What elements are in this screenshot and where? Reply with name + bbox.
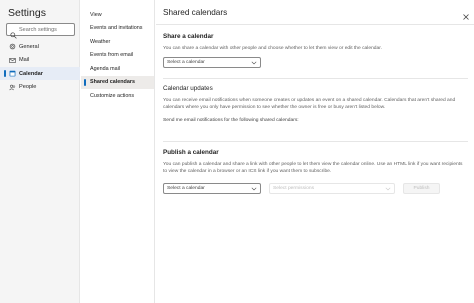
search-input[interactable] xyxy=(19,26,74,33)
settings-sidebar: Settings General Mail Calendar xyxy=(0,0,80,303)
subnav-item-agenda-mail[interactable]: Agenda mail xyxy=(81,62,154,76)
search-box[interactable] xyxy=(6,23,75,39)
sidebar-item-mail[interactable]: Mail xyxy=(0,54,80,67)
subnav-item-view[interactable]: View xyxy=(81,8,154,22)
subnav-item-label: Customize actions xyxy=(90,92,135,99)
send-me-notifications-label: Send me email notifications for the foll… xyxy=(163,118,299,123)
subnav-item-label: Shared calendars xyxy=(90,79,135,86)
active-indicator xyxy=(4,70,6,77)
sidebar-item-label: General xyxy=(19,43,39,50)
subnav-item-label: Agenda mail xyxy=(90,65,120,72)
chevron-down-icon xyxy=(385,187,391,191)
permissions-dropdown[interactable]: Select permissions xyxy=(269,183,395,194)
sidebar-item-people[interactable]: People xyxy=(0,81,80,94)
dropdown-value: Select a calendar xyxy=(167,60,205,65)
publish-button[interactable]: Publish xyxy=(403,183,440,194)
dropdown-value: Select a calendar xyxy=(167,186,205,191)
subnav-item-label: Events and invitations xyxy=(90,25,143,32)
subnav-item-shared-calendars[interactable]: Shared calendars xyxy=(81,75,154,89)
calendar-subnav: View Events and invitations Weather Even… xyxy=(81,0,155,303)
updates-description: You can receive email notifications when… xyxy=(163,98,456,110)
search-icon xyxy=(10,26,17,39)
header-divider xyxy=(156,24,474,25)
subnav-item-events-and-invitations[interactable]: Events and invitations xyxy=(81,22,154,36)
subnav-item-label: Events from email xyxy=(90,52,134,59)
calendar-icon xyxy=(9,70,16,77)
sidebar-item-calendar[interactable]: Calendar xyxy=(0,67,80,80)
sidebar-item-label: Calendar xyxy=(19,70,43,77)
settings-title: Settings xyxy=(8,7,46,19)
subnav-item-events-from-email[interactable]: Events from email xyxy=(81,49,154,63)
dropdown-value: Select permissions xyxy=(273,186,315,191)
mail-icon xyxy=(9,57,16,64)
subnav-item-customize-actions[interactable]: Customize actions xyxy=(81,89,154,103)
subnav-item-weather[interactable]: Weather xyxy=(81,35,154,49)
updates-heading: Calendar updates xyxy=(163,85,213,92)
section-divider xyxy=(163,78,468,79)
gear-icon xyxy=(9,43,16,50)
shared-calendars-panel: Shared calendars Share a calendar You ca… xyxy=(156,0,474,303)
page-title: Shared calendars xyxy=(163,8,228,17)
chevron-down-icon xyxy=(251,187,257,191)
sidebar-item-general[interactable]: General xyxy=(0,40,80,53)
section-divider xyxy=(163,141,468,142)
subnav-item-label: View xyxy=(90,11,102,18)
sidebar-item-label: People xyxy=(19,84,37,90)
subnav-item-label: Weather xyxy=(90,38,111,45)
share-heading: Share a calendar xyxy=(163,33,214,40)
share-description: You can share a calendar with other peop… xyxy=(163,46,382,51)
chevron-down-icon xyxy=(251,61,257,65)
share-calendar-dropdown[interactable]: Select a calendar xyxy=(163,57,261,68)
sidebar-item-label: Mail xyxy=(19,57,30,63)
publish-calendar-dropdown[interactable]: Select a calendar xyxy=(163,183,261,194)
active-indicator xyxy=(84,78,86,86)
close-icon[interactable] xyxy=(462,8,470,20)
people-icon xyxy=(9,84,16,91)
publish-description: You can publish a calendar and share a l… xyxy=(163,162,463,174)
publish-heading: Publish a calendar xyxy=(163,149,219,156)
settings-nav: General Mail Calendar People xyxy=(0,40,80,94)
